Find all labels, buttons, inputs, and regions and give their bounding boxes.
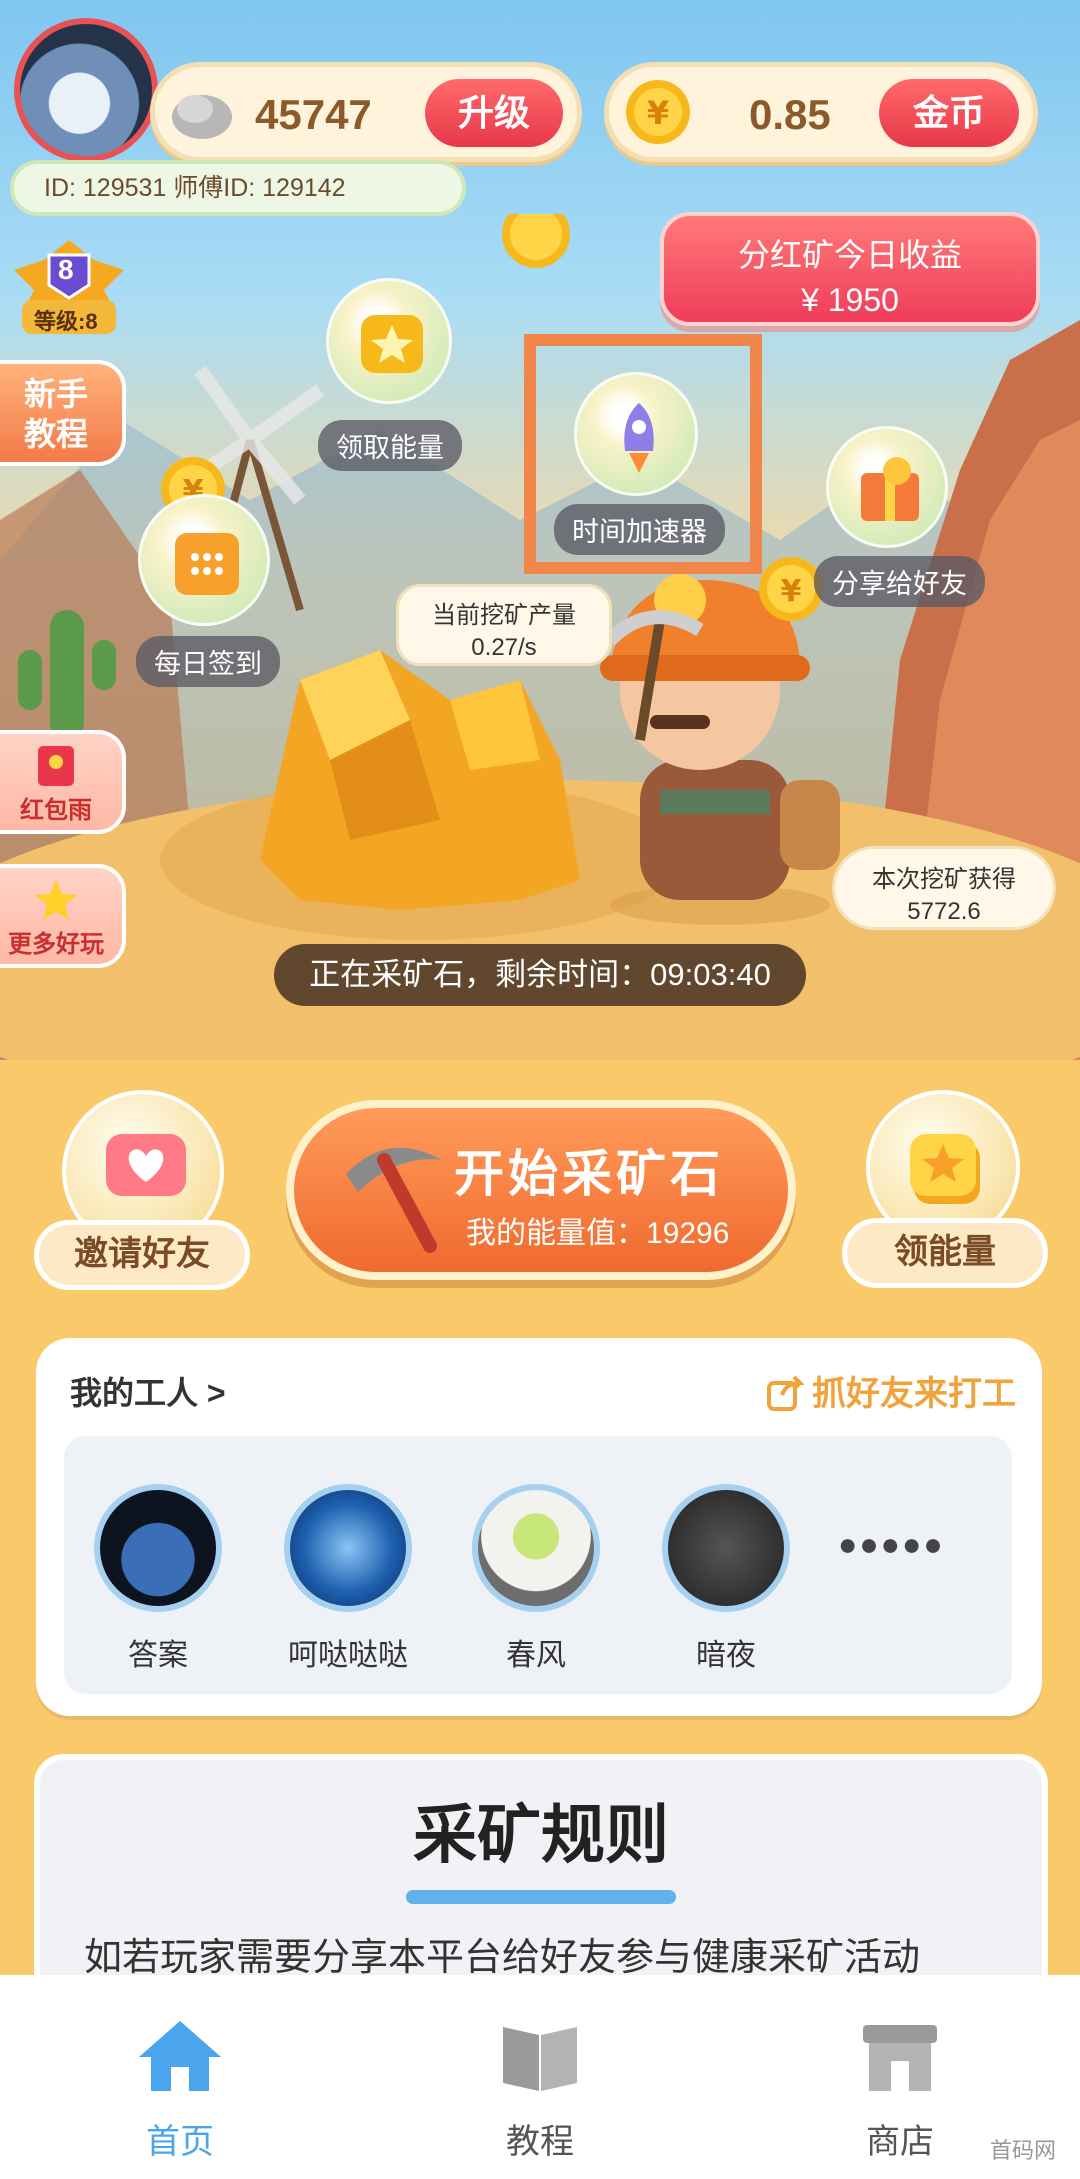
rules-text: 如若玩家需要分享本平台给好友参与健康采矿活动 [84,1937,921,1979]
claim-energy-bubble[interactable] [326,278,452,404]
energy-star-icon [361,315,423,373]
coin-amount: 0.85 [749,91,831,138]
home-icon [139,2021,221,2091]
worker-item[interactable]: 春风 [466,1484,606,1674]
worker-name: 暗夜 [696,1639,756,1672]
tutorial-side-button[interactable]: 新手 教程 [0,360,126,466]
yuan-coin-icon: ¥ [626,80,690,144]
red-packet-rain-button[interactable]: 红包雨 [0,730,126,834]
energy-stack-icon [910,1134,980,1204]
more-play-label: 更多好玩 [8,931,104,958]
worker-item[interactable]: 呵哒哒哒 [278,1484,418,1674]
coin-balance-pill: ¥ 0.85 金币 [604,62,1038,162]
rules-title-underline [406,1890,676,1904]
red-envelope-icon [38,746,74,786]
daily-checkin-bubble[interactable] [138,494,270,626]
share-friend-label[interactable]: 分享给好友 [814,556,985,607]
gift-box-icon [861,457,919,521]
invite-friend-button[interactable]: 邀请好友 [34,1220,250,1290]
level-label: 等级:8 [34,309,98,334]
my-workers-title[interactable]: 我的工人 > [70,1368,226,1414]
mining-output-value: 0.27/s [471,634,537,661]
watermark: 首码网 [989,2138,1056,2163]
start-mining-title: 开始采矿石 [454,1146,724,1202]
tab-home-label: 首页 [146,2123,214,2161]
daily-checkin-label[interactable]: 每日签到 [136,636,280,687]
shop-icon [863,2025,937,2091]
tab-shop-label: 商店 [866,2123,934,2161]
upgrade-button[interactable]: 升级 [425,79,563,147]
mining-output-speech: 当前挖矿产量 0.27/s [396,584,612,666]
worker-avatar [284,1484,412,1612]
book-icon [503,2027,577,2091]
top-coin-icon [502,214,570,268]
dividend-title: 分红矿今日收益 [737,237,962,273]
user-avatar[interactable] [14,18,158,162]
calendar-icon [175,533,239,595]
bottom-tab-bar: 首页 教程 商店 首码网 [0,1975,1080,2179]
energy-value: 我的能量值：19296 [466,1217,730,1250]
time-accelerator-label[interactable]: 时间加速器 [554,504,725,555]
tab-shop[interactable]: 商店 [800,2015,1000,2163]
mining-earned-speech: 本次挖矿获得 5772.6 [832,846,1056,930]
mining-earned-label: 本次挖矿获得 [872,866,1016,893]
worker-avatar [472,1484,600,1612]
pickaxe-icon [346,1147,442,1253]
tab-home[interactable]: 首页 [80,2015,280,2163]
mining-output-label: 当前挖矿产量 [432,602,576,629]
time-accelerator-bubble[interactable] [574,372,698,496]
level-number: 8 [58,254,74,285]
red-packet-label: 红包雨 [20,797,92,824]
tab-tutorial[interactable]: 教程 [440,2015,640,2163]
tab-tutorial-label: 教程 [506,2123,574,2161]
catch-friends-link[interactable]: 抓好友来打工 [766,1366,1016,1415]
worker-item[interactable]: 答案 [88,1484,228,1674]
worker-name: 呵哒哒哒 [288,1639,408,1672]
more-play-button[interactable]: 更多好玩 [0,864,126,968]
workers-list: 答案 呵哒哒哒 春风 暗夜 ●●●●● [64,1436,1012,1694]
user-id-label: ID: 129531 师傅ID: 129142 [10,160,466,216]
svg-text:¥: ¥ [781,574,802,609]
my-workers-card: 我的工人 > 抓好友来打工 答案 呵哒哒哒 春风 暗夜 ●●●●● [36,1338,1042,1716]
mining-earned-value: 5772.6 [907,898,981,925]
dividend-mine-button[interactable]: 分红矿今日收益 ¥ 1950 [660,212,1040,326]
coin-button[interactable]: 金币 [879,79,1019,147]
share-arrow-icon [767,1375,805,1411]
dividend-amount: ¥ 1950 [801,282,899,318]
claim-energy-label[interactable]: 领取能量 [318,420,462,471]
worker-item[interactable]: 暗夜 [656,1484,796,1674]
stone-amount: 45747 [255,91,372,138]
get-energy-button[interactable]: 领能量 [842,1218,1048,1288]
rules-title: 采矿规则 [413,1799,669,1871]
worker-name: 答案 [128,1639,188,1672]
heart-chat-icon [106,1134,186,1196]
star-icon [35,880,77,920]
worker-avatar [94,1484,222,1612]
share-friend-bubble[interactable] [826,426,948,548]
more-workers-dots[interactable]: ●●●●● [838,1526,945,1563]
stone-balance-pill: 45747 升级 [150,62,582,162]
start-mining-button[interactable]: 开始采矿石 我的能量值：19296 [286,1100,796,1280]
catch-friends-label: 抓好友来打工 [812,1375,1016,1413]
worker-name: 春风 [506,1639,566,1672]
mining-timer: 正在采矿石，剩余时间：09:03:40 [274,944,806,1006]
svg-text:¥: ¥ [647,94,669,132]
level-badge[interactable]: 8 等级:8 [4,240,134,340]
rocket-icon [624,403,654,473]
worker-avatar [662,1484,790,1612]
stone-icon [172,95,232,139]
